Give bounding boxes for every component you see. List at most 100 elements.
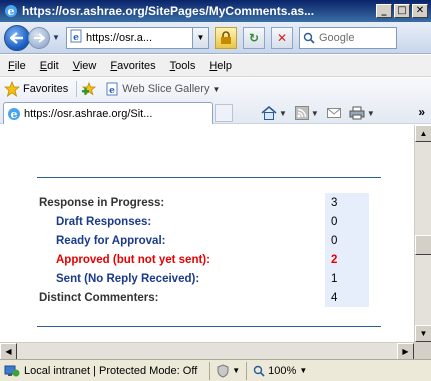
rss-feed-icon <box>294 106 309 120</box>
add-favorite-icon <box>82 81 97 96</box>
home-button[interactable]: ▼ <box>261 106 287 120</box>
window-titlebar[interactable]: e https://osr.ashrae.org/SitePages/MyCom… <box>0 0 431 22</box>
chevron-down-icon: ▼ <box>212 84 221 94</box>
address-dropdown-button[interactable]: ▼ <box>193 26 209 49</box>
arrow-left-icon <box>10 31 23 44</box>
menu-file[interactable]: File <box>8 60 26 72</box>
print-dropdown-icon: ▼ <box>366 108 375 118</box>
forward-button[interactable] <box>28 26 50 49</box>
menu-tools[interactable]: Tools <box>170 60 196 72</box>
stats-row: Ready for Approval: 0 <box>37 231 369 250</box>
svg-text:e: e <box>73 33 79 43</box>
shield-icon <box>217 363 229 378</box>
mail-icon <box>326 108 341 118</box>
comment-stats-table: Response in Progress: 3 Draft Responses: 0 R… <box>37 193 369 307</box>
feeds-button[interactable]: ▼ <box>294 106 319 120</box>
page-icon: e <box>69 29 83 46</box>
web-slice-label: Web Slice Gallery <box>122 83 210 95</box>
zoom-button[interactable]: 100% ▼ <box>253 365 307 377</box>
stats-value: 0 <box>325 212 369 231</box>
scroll-left-button[interactable]: ◀ <box>0 343 17 360</box>
stop-icon: ✕ <box>276 30 288 45</box>
home-icon <box>261 106 277 120</box>
protected-mode-button[interactable]: ▼ <box>216 363 241 378</box>
back-button[interactable] <box>4 24 30 51</box>
scroll-right-button[interactable]: ▶ <box>397 343 414 360</box>
new-tab-button[interactable] <box>215 104 233 122</box>
window-title: https://osr.ashrae.org/SitePages/MyComme… <box>22 4 315 18</box>
favorites-button[interactable]: Favorites <box>4 81 68 97</box>
feeds-dropdown-icon: ▼ <box>310 108 319 118</box>
web-slice-icon: e <box>106 82 118 96</box>
page-content: Response in Progress: 3 Draft Responses: 0 R… <box>0 125 414 342</box>
stats-value: 4 <box>325 288 369 307</box>
address-text[interactable]: https://osr.a... <box>86 32 152 44</box>
history-dropdown-icon[interactable]: ▼ <box>52 33 62 42</box>
menu-edit[interactable]: Edit <box>40 60 59 72</box>
svg-text:e: e <box>11 108 18 121</box>
svg-text:e: e <box>8 5 15 18</box>
vertical-scroll-thumb[interactable] <box>415 235 431 255</box>
navigation-bar: ▼ e https://osr.a... ▼ ↻ ✕ Google <box>0 22 431 54</box>
top-divider <box>37 177 381 178</box>
arrow-right-icon <box>34 32 45 43</box>
address-bar[interactable]: e https://osr.a... <box>66 26 193 49</box>
stats-row: Draft Responses: 0 <box>37 212 369 231</box>
stats-value: 3 <box>325 193 369 212</box>
status-bar: Local intranet | Protected Mode: Off ▼ 1… <box>0 359 431 381</box>
horizontal-scrollbar[interactable]: ◀ ▶ <box>0 342 414 360</box>
zoom-icon <box>253 365 265 377</box>
stats-value: 1 <box>325 269 369 288</box>
search-icon <box>303 32 315 44</box>
zoom-level: 100% <box>268 364 297 377</box>
stats-row: Response in Progress: 3 <box>37 193 369 212</box>
close-button[interactable]: ✕ <box>412 4 428 18</box>
menu-bar: File Edit View Favorites Tools Help <box>0 55 431 77</box>
tab-label: https://osr.ashrae.org/Sit... <box>24 107 153 120</box>
stats-value: 2 <box>325 250 369 269</box>
toolbar-separator <box>76 81 78 97</box>
security-zone[interactable]: Local intranet | Protected Mode: Off <box>4 364 197 378</box>
stats-row: Approved (but not yet sent): 2 <box>37 250 369 269</box>
stats-label: Ready for Approval: <box>56 234 166 247</box>
menu-help[interactable]: Help <box>209 60 232 72</box>
security-zone-label: Local intranet | Protected Mode: Off <box>24 364 198 377</box>
maximize-button[interactable]: □ <box>394 4 410 18</box>
tab-page-icon: e <box>8 107 20 121</box>
search-input[interactable]: Google <box>299 26 397 49</box>
lock-icon <box>221 30 231 44</box>
vertical-scrollbar[interactable]: ▲ ▼ <box>414 125 431 342</box>
favorites-bar: Favorites e Web Slice Gallery ▼ e https:… <box>0 78 431 124</box>
scroll-down-button[interactable]: ▼ <box>415 325 431 342</box>
status-separator <box>209 361 211 380</box>
mail-button[interactable] <box>326 107 341 119</box>
stats-label: Sent (No Reply Received): <box>56 272 200 285</box>
refresh-button[interactable]: ↻ <box>243 26 265 49</box>
stats-label: Draft Responses: <box>56 215 152 228</box>
star-icon <box>4 81 20 97</box>
ie-logo-icon: e <box>3 3 19 19</box>
zoom-dropdown-icon: ▼ <box>299 366 308 375</box>
print-button[interactable]: ▼ <box>349 106 375 120</box>
home-dropdown-icon: ▼ <box>279 108 287 118</box>
menu-favorites[interactable]: Favorites <box>110 60 155 72</box>
scrollbar-corner <box>414 342 431 359</box>
add-to-favorites-button[interactable] <box>81 81 97 97</box>
stats-row: Distinct Commenters: 4 <box>37 288 369 307</box>
stats-row: Sent (No Reply Received): 1 <box>37 269 369 288</box>
stop-button[interactable]: ✕ <box>271 26 293 49</box>
tab-current-page[interactable]: e https://osr.ashrae.org/Sit... <box>3 102 213 124</box>
protected-mode-dropdown-icon: ▼ <box>232 366 241 375</box>
stats-label: Response in Progress: <box>39 196 165 209</box>
printer-icon <box>349 106 365 120</box>
minimize-button[interactable]: _ <box>376 4 392 18</box>
status-separator <box>246 361 248 380</box>
more-tools-button[interactable]: » <box>418 105 425 119</box>
menu-view[interactable]: View <box>73 60 97 72</box>
refresh-icon: ↻ <box>248 30 260 45</box>
security-lock-button[interactable] <box>215 26 237 49</box>
scroll-up-button[interactable]: ▲ <box>415 125 431 142</box>
favorites-label: Favorites <box>23 83 69 95</box>
stats-label: Distinct Commenters: <box>39 291 159 304</box>
web-slice-gallery-link[interactable]: e Web Slice Gallery ▼ <box>105 82 220 96</box>
